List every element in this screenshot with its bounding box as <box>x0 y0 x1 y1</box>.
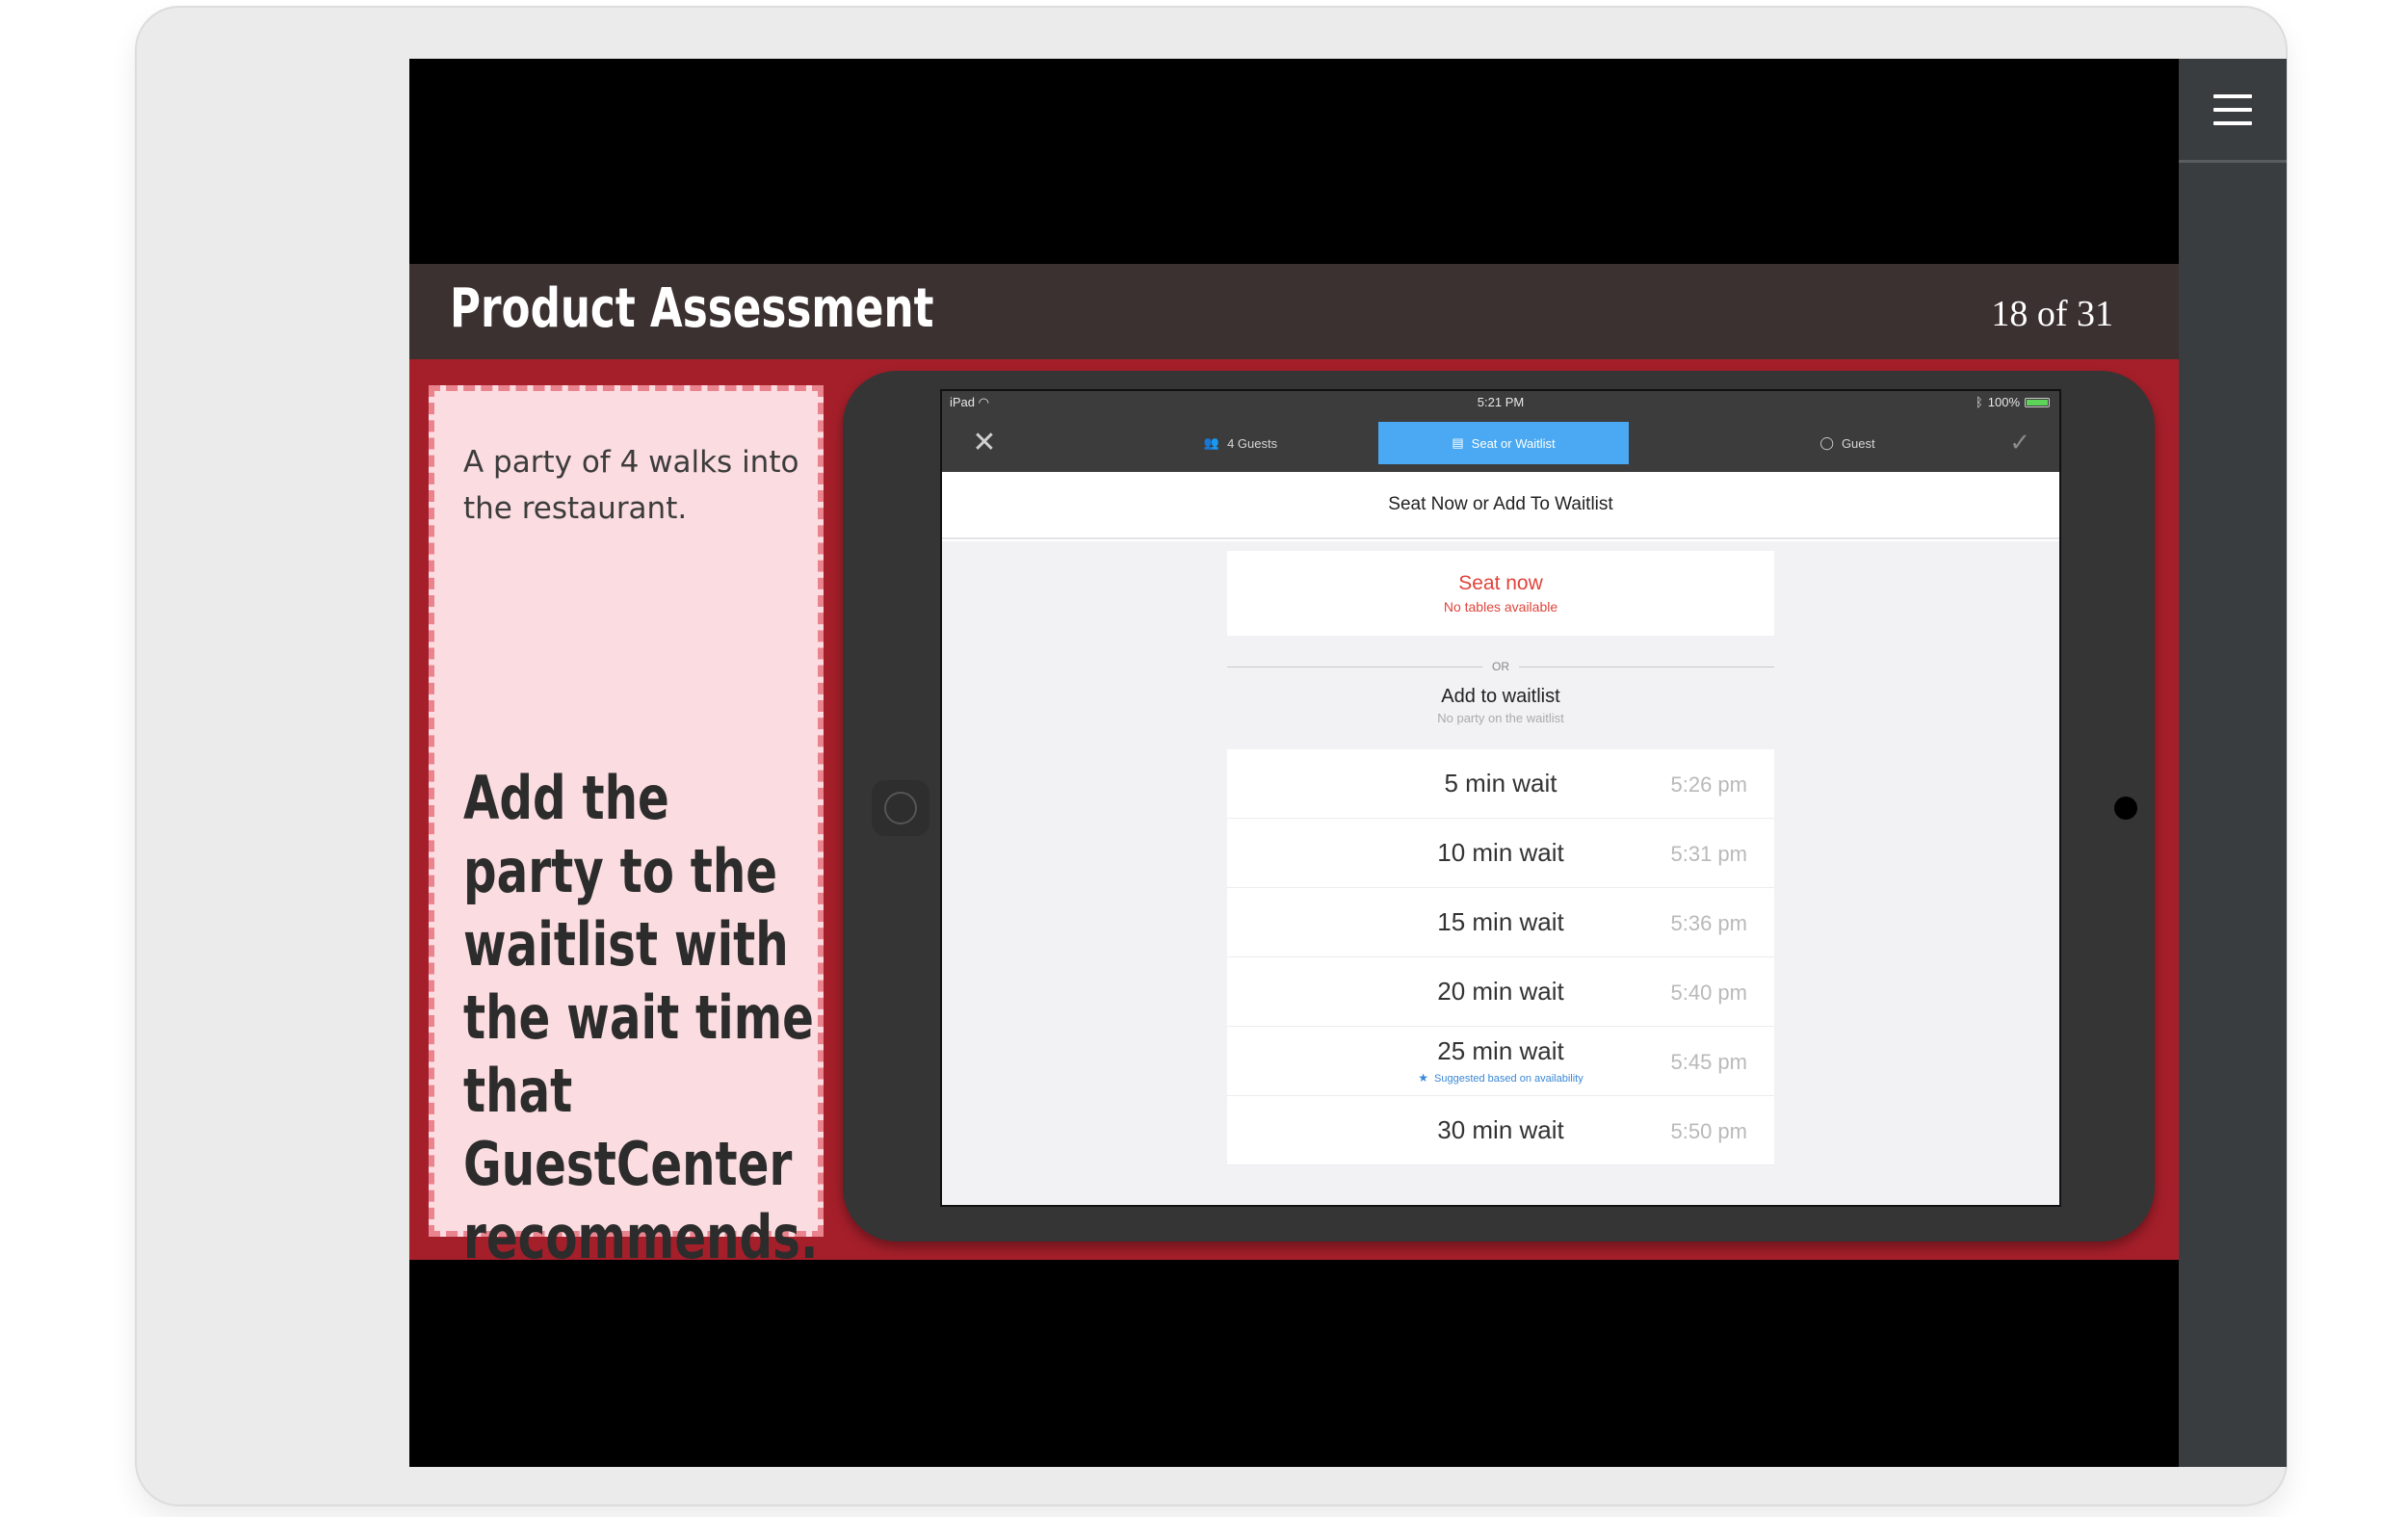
bluetooth-icon: ᛒ <box>1975 395 1983 409</box>
battery-icon <box>2025 397 2050 407</box>
wait-option-5[interactable]: 5 min wait 5:26 pm <box>1227 749 1774 819</box>
slide-title: Product Assessment <box>450 277 934 340</box>
seat-now-button[interactable]: Seat now No tables available <box>1227 551 1774 636</box>
instruction-panel: A party of 4 walks into the restaurant. … <box>429 385 824 1272</box>
wait-option-time: 5:50 pm <box>1670 1119 1748 1143</box>
guest-icon: ◯ <box>1819 435 1834 450</box>
tab-guests-label: 4 Guests <box>1227 435 1278 451</box>
wait-options-list: 5 min wait 5:26 pm 10 min wait 5:31 pm 1… <box>1227 749 1774 1165</box>
wait-option-time: 5:26 pm <box>1670 772 1748 797</box>
star-icon: ★ <box>1418 1071 1429 1085</box>
menu-rail <box>2179 59 2287 1467</box>
wait-option-15[interactable]: 15 min wait 5:36 pm <box>1227 888 1774 957</box>
status-bar: iPad ◠ 5:21 PM ᛒ 100% <box>942 391 2059 414</box>
camera-icon <box>2114 797 2137 820</box>
or-divider: OR <box>1227 657 1774 676</box>
app-toolbar: ✕ 👥 4 Guests ▤ Seat or Waitlist ◯ Guest … <box>942 414 2059 472</box>
tab-guest-label: Guest <box>1841 435 1875 451</box>
wait-option-time: 5:31 pm <box>1670 842 1748 866</box>
task-text: Add the party to the waitlist with the w… <box>463 763 819 1272</box>
device-frame: Product Assessment 18 of 31 A party of 4… <box>135 6 2288 1506</box>
home-button-icon <box>884 792 917 824</box>
scenario-text: A party of 4 walks into the restaurant. <box>463 445 799 526</box>
ipad-device: iPad ◠ 5:21 PM ᛒ 100% ✕ 👥 4 Guests ▤ Sea… <box>843 371 2155 1242</box>
wait-option-20[interactable]: 20 min wait 5:40 pm <box>1227 957 1774 1027</box>
wait-option-30[interactable]: 30 min wait 5:50 pm <box>1227 1096 1774 1165</box>
status-right: ᛒ 100% <box>1976 395 2050 409</box>
seat-now-subtitle: No tables available <box>1443 599 1558 615</box>
tab-seat-or-waitlist[interactable]: ▤ Seat or Waitlist <box>1378 422 1629 464</box>
battery-percent: 100% <box>1987 395 2020 409</box>
menu-button[interactable] <box>2179 59 2287 163</box>
screen: Product Assessment 18 of 31 A party of 4… <box>409 59 2287 1467</box>
slide-title-bar: Product Assessment 18 of 31 <box>409 264 2179 359</box>
waitlist-subtitle: No party on the waitlist <box>1437 711 1564 725</box>
slide-content: A party of 4 walks into the restaurant. … <box>409 359 2179 1272</box>
wait-option-25[interactable]: 25 min wait ★ Suggested based on availabi… <box>1227 1027 1774 1096</box>
wait-option-10[interactable]: 10 min wait 5:31 pm <box>1227 819 1774 888</box>
waitlist-title: Add to waitlist <box>1441 686 1560 707</box>
wait-option-time: 5:36 pm <box>1670 911 1748 935</box>
close-icon[interactable]: ✕ <box>969 428 1000 458</box>
or-label: OR <box>1492 660 1509 673</box>
ipad-screen: iPad ◠ 5:21 PM ᛒ 100% ✕ 👥 4 Guests ▤ Sea… <box>940 389 2061 1207</box>
seat-icon: ▤ <box>1452 435 1464 450</box>
page-counter: 18 of 31 <box>1991 294 2113 334</box>
seat-now-title: Seat now <box>1458 572 1543 594</box>
tab-guests[interactable]: 👥 4 Guests <box>1154 422 1327 464</box>
hamburger-menu-icon <box>2213 93 2252 125</box>
home-button <box>872 780 929 836</box>
sheet-body: Seat now No tables available OR Add to w… <box>942 541 2059 1205</box>
wait-option-time: 5:40 pm <box>1670 981 1748 1005</box>
guests-icon: 👥 <box>1203 435 1220 450</box>
checkmark-icon[interactable]: ✓ <box>2009 428 2030 458</box>
sheet-title: Seat Now or Add To Waitlist <box>942 472 2059 539</box>
wait-option-time: 5:45 pm <box>1670 1050 1748 1074</box>
tab-seat-label: Seat or Waitlist <box>1471 435 1556 451</box>
slide: Product Assessment 18 of 31 A party of 4… <box>409 59 2179 1467</box>
tab-guest[interactable]: ◯ Guest <box>1761 422 1934 464</box>
status-time: 5:21 PM <box>1477 395 1525 409</box>
